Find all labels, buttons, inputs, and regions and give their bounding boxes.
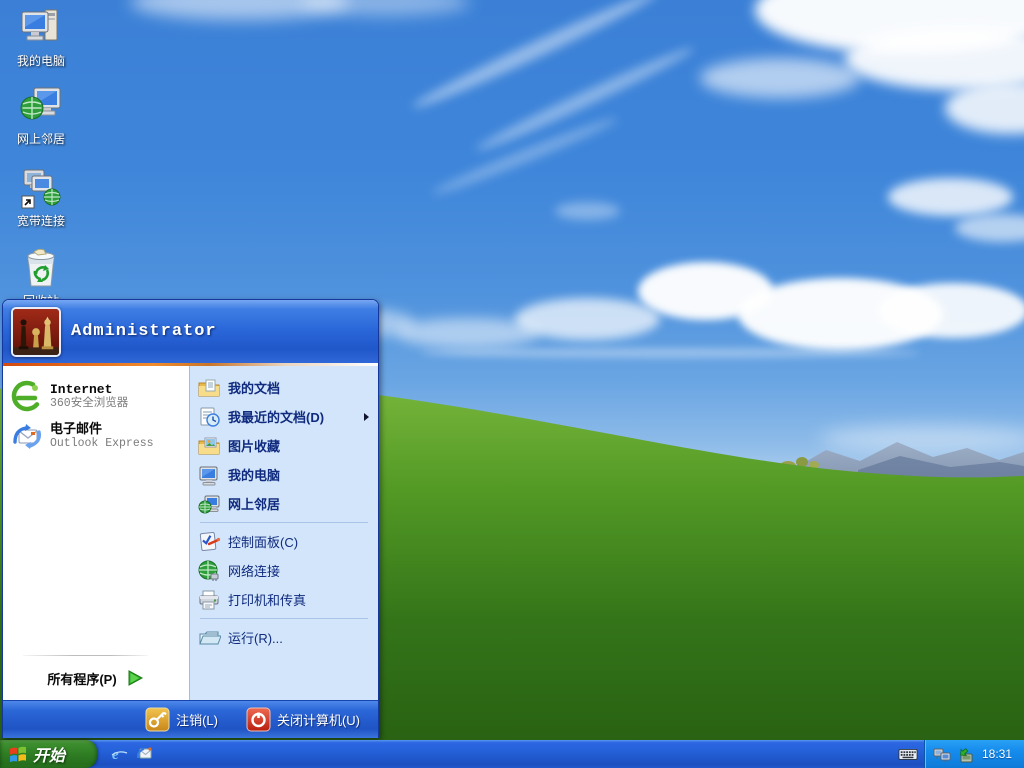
pinned-item-title: 电子邮件 [50,421,103,437]
my-computer-icon [199,466,218,485]
desktop: 我的电脑 网上邻居 宽带连接 Administrator Internet 36… [0,0,1024,768]
recent-documents-icon [200,407,220,427]
360-browser-icon [11,380,43,412]
menu-item-label: 我的电脑 [228,468,281,483]
input-method-keyboard-icon[interactable] [896,743,920,765]
menu-item-label: 打印机和传真 [228,593,307,608]
menu-divider [200,522,368,523]
menu-item-network-connections[interactable]: 网络连接 [190,556,378,585]
menu-item-label: 图片收藏 [228,439,281,454]
outlook-express-icon [13,424,41,449]
menu-item-my-pictures[interactable]: 图片收藏 [190,431,378,460]
desktop-icon-my-computer[interactable]: 我的电脑 [0,4,82,69]
outlook-express-quicklaunch-icon[interactable] [136,745,154,763]
menu-item-run[interactable]: 运行(R)... [190,623,378,652]
network-connections-icon [198,560,219,581]
pinned-item-title: Internet [50,381,113,397]
all-programs-label: 所有程序(P) [47,671,117,687]
menu-item-label: 我最近的文档(D) [228,410,325,425]
desktop-icon-network-places[interactable]: 网上邻居 [0,82,82,147]
log-off-button[interactable]: 注销(L) [141,705,222,734]
system-tray: 18:31 [924,740,1024,768]
windows-flag-icon [10,746,26,763]
quick-launch-bar: e [104,740,160,768]
user-name: Administrator [71,322,217,341]
start-menu-left-column: Internet 360安全浏览器 电子邮件 Outlook Express 所… [3,366,190,700]
network-places-icon [198,495,220,513]
taskbar-clock[interactable]: 18:31 [982,747,1012,761]
menu-item-printers-faxes[interactable]: 打印机和传真 [190,585,378,614]
control-panel-icon [199,531,221,551]
run-icon [199,631,221,644]
start-menu-footer: 注销(L) 关闭计算机(U) [3,700,378,738]
power-icon [246,707,271,732]
my-documents-icon [198,379,220,396]
internet-explorer-icon[interactable]: e [110,745,128,763]
start-menu-right-column: 我的文档 我最近的文档(D) 图片收藏 我的电脑 网上邻居 控制面板(C) 网络… [190,366,378,700]
pinned-item-subtitle: 360安全浏览器 [50,396,129,410]
taskbar: 开始 e 18:31 [0,740,1024,768]
menu-item-label: 控制面板(C) [228,535,299,550]
start-button[interactable]: 开始 [0,740,97,768]
my-computer-icon [21,9,58,41]
all-programs-divider [23,655,148,656]
all-programs-button[interactable]: 所有程序(P) [3,662,189,694]
pinned-item-internet[interactable]: Internet 360安全浏览器 [3,376,189,416]
start-menu-body: Internet 360安全浏览器 电子邮件 Outlook Express 所… [3,366,378,700]
menu-divider [200,618,368,619]
desktop-icon-label: 宽带连接 [16,214,65,228]
start-menu: Administrator Internet 360安全浏览器 电子邮件 Out… [2,299,379,738]
desktop-icon-label: 网上邻居 [16,132,65,146]
log-off-key-icon [145,707,170,732]
menu-item-network-places[interactable]: 网上邻居 [190,489,378,518]
menu-item-recent-documents[interactable]: 我最近的文档(D) [190,402,378,431]
menu-item-my-documents[interactable]: 我的文档 [190,373,378,402]
chess-avatar-image [13,308,59,355]
printers-faxes-icon [199,590,219,609]
my-pictures-icon [198,437,220,454]
desktop-icon-broadband[interactable]: 宽带连接 [0,164,82,229]
network-places-icon [20,87,61,120]
broadband-connection-icon [21,169,61,209]
tray-safety-icon[interactable] [956,745,975,764]
menu-item-label: 运行(R)... [228,631,283,646]
turn-off-label: 关闭计算机(U) [276,713,360,728]
submenu-arrow-icon [364,413,369,421]
pinned-item-email[interactable]: 电子邮件 Outlook Express [3,416,189,456]
user-avatar[interactable] [11,306,61,357]
menu-item-label: 网上邻居 [228,497,281,512]
pinned-item-subtitle: Outlook Express [50,436,154,450]
desktop-icon-label: 我的电脑 [16,54,65,68]
menu-item-my-computer[interactable]: 我的电脑 [190,460,378,489]
menu-item-control-panel[interactable]: 控制面板(C) [190,527,378,556]
start-button-label: 开始 [33,748,66,765]
menu-item-label: 网络连接 [228,564,281,579]
recycle-bin-icon [27,248,55,287]
log-off-label: 注销(L) [176,713,218,728]
start-menu-header: Administrator [3,300,378,363]
green-arrow-icon [128,670,143,686]
tray-network-icon[interactable] [933,745,952,764]
menu-item-label: 我的文档 [228,381,281,396]
turn-off-button[interactable]: 关闭计算机(U) [242,705,364,734]
